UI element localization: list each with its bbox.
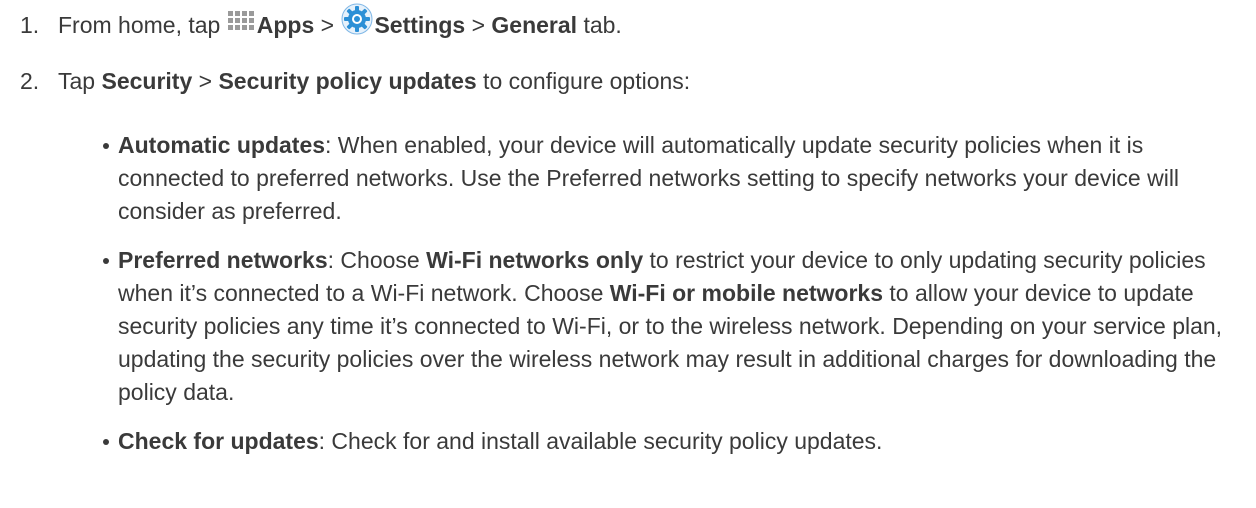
- step-text: tab.: [577, 12, 622, 38]
- option-term: Automatic updates: [118, 132, 326, 158]
- apps-grid-icon: [227, 10, 257, 45]
- list-item: Preferred networks: Choose Wi-Fi network…: [103, 244, 1228, 409]
- list-item: Automatic updates: When enabled, your de…: [103, 129, 1228, 228]
- settings-gear-icon: [340, 2, 374, 45]
- option-description: : Choose: [327, 247, 427, 273]
- options-list: Automatic updates: When enabled, your de…: [103, 129, 1228, 474]
- separator: >: [314, 12, 341, 38]
- general-tab-label: General: [491, 12, 578, 38]
- option-term: Check for updates: [118, 428, 319, 454]
- step-text: From home, tap: [58, 12, 221, 38]
- choice-label: Wi-Fi or mobile networks: [609, 280, 884, 306]
- security-policy-updates-label: Security policy updates: [218, 68, 477, 94]
- list-item: Check for updates: Check for and install…: [103, 425, 1228, 458]
- step-1: 1. From home, tap Apps > Settings > Gene…: [20, 2, 622, 45]
- settings-label: Settings: [374, 12, 466, 38]
- choice-label: Wi-Fi networks only: [426, 247, 644, 273]
- option-description: : Check for and install available securi…: [318, 428, 883, 454]
- step-text: Tap: [58, 68, 102, 94]
- step-text: to configure options:: [476, 68, 691, 94]
- option-term: Preferred networks: [118, 247, 328, 273]
- apps-label: Apps: [256, 12, 315, 38]
- separator: >: [192, 68, 219, 94]
- security-label: Security: [101, 68, 193, 94]
- separator: >: [465, 12, 492, 38]
- step-2: 2. Tap Security > Security policy updates…: [20, 65, 690, 98]
- step-number: 1.: [20, 12, 40, 38]
- step-number: 2.: [20, 68, 40, 94]
- help-page: 1. From home, tap Apps > Settings > Gene…: [0, 0, 1256, 508]
